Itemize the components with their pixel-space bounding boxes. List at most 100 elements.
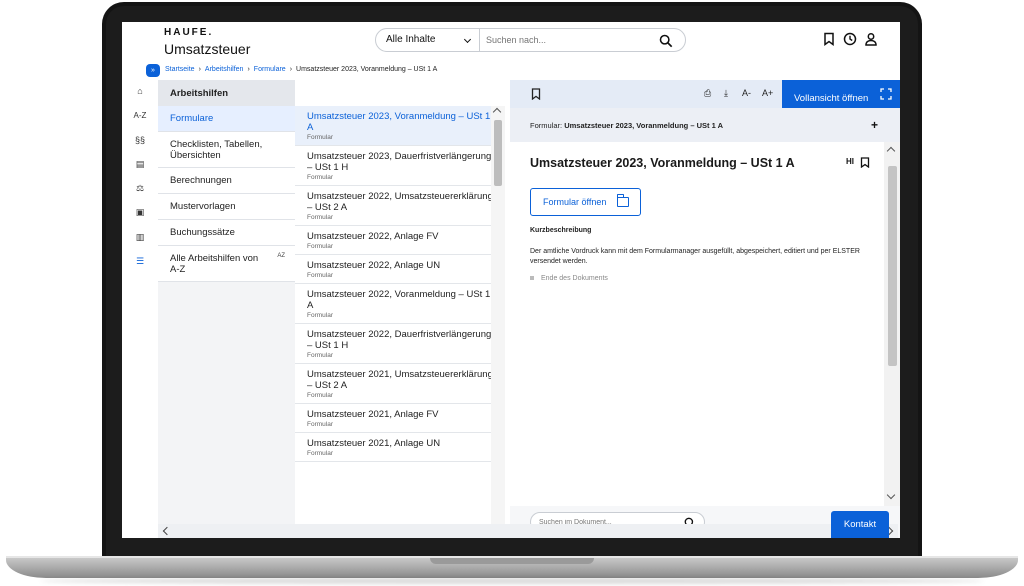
laptop-notch bbox=[430, 558, 594, 564]
horizontal-scrollbar[interactable] bbox=[158, 524, 898, 538]
search-icon[interactable] bbox=[659, 34, 673, 48]
breadcrumb: Startseite › Arbeitshilfen › Formulare ›… bbox=[165, 66, 437, 73]
list-item[interactable]: Umsatzsteuer 2022, Voranmeldung – USt 1 … bbox=[295, 284, 505, 324]
list-item[interactable]: Umsatzsteuer 2021, Anlage FV Formular bbox=[295, 404, 505, 433]
breadcrumb-current: Umsatzsteuer 2023, Voranmeldung – USt 1 … bbox=[296, 66, 438, 73]
font-larger-button[interactable]: A+ bbox=[762, 88, 778, 100]
list-item[interactable]: Umsatzsteuer 2021, Umsatzsteuererklärung… bbox=[295, 364, 505, 404]
sidebar-toggle-button[interactable]: » bbox=[146, 64, 160, 77]
detail-scrollbar[interactable] bbox=[884, 142, 900, 506]
document-title: Umsatzsteuer 2021, Anlage UN bbox=[307, 438, 441, 449]
document-type: Formular bbox=[307, 214, 334, 221]
scales-icon[interactable]: ⚖ bbox=[132, 183, 148, 197]
home-icon[interactable]: ⌂ bbox=[132, 86, 148, 100]
category-item-berechnungen[interactable]: Berechnungen bbox=[158, 168, 295, 194]
chevron-up-icon[interactable] bbox=[492, 107, 502, 117]
category-item-alle-a-z[interactable]: Alle Arbeitshilfen von A-Z AZ bbox=[158, 246, 295, 282]
video-icon[interactable]: ▣ bbox=[132, 207, 148, 221]
document-title: Umsatzsteuer 2021, Umsatzsteuererklärung… bbox=[307, 369, 493, 391]
document-type: Formular bbox=[307, 174, 334, 181]
list-item[interactable]: Umsatzsteuer 2021, Anlage UN Formular bbox=[295, 433, 505, 462]
chevron-down-icon[interactable] bbox=[886, 490, 896, 500]
search-input[interactable] bbox=[486, 31, 646, 49]
breadcrumb-separator: › bbox=[247, 66, 250, 73]
bookmark-icon[interactable] bbox=[860, 157, 870, 168]
breadcrumb-separator: › bbox=[289, 66, 293, 73]
contact-button[interactable]: Kontakt bbox=[831, 511, 889, 538]
category-label: Formulare bbox=[170, 113, 214, 124]
document-title: Umsatzsteuer 2021, Anlage FV bbox=[307, 409, 439, 420]
document-type: Formular bbox=[307, 312, 334, 319]
az-badge: AZ bbox=[277, 253, 285, 259]
description-text: Der amtliche Vordruck kann mit dem Formu… bbox=[530, 248, 860, 265]
chevron-left-icon[interactable] bbox=[162, 526, 172, 536]
category-item-formulare[interactable]: Formulare bbox=[158, 106, 295, 132]
detail-body: Umsatzsteuer 2023, Voranmeldung – USt 1 … bbox=[510, 142, 884, 506]
app-title: Umsatzsteuer bbox=[164, 41, 251, 57]
download-icon[interactable]: ⤓ bbox=[724, 88, 736, 100]
document-heading: Umsatzsteuer 2023, Voranmeldung – USt 1 … bbox=[530, 156, 795, 170]
app-screen: HAUFE. Umsatzsteuer Alle Inhalte » Start… bbox=[122, 22, 900, 538]
breadcrumb-bar: » Startseite › Arbeitshilfen › Formulare… bbox=[122, 62, 900, 80]
list-item[interactable]: Umsatzsteuer 2023, Dauerfristverlängerun… bbox=[295, 146, 505, 186]
category-label: Berechnungen bbox=[170, 175, 232, 186]
category-heading: Arbeitshilfen bbox=[158, 80, 295, 106]
category-item-checklisten[interactable]: Checklisten, Tabellen, Übersichten bbox=[158, 132, 295, 168]
detail-scrollbar-thumb[interactable] bbox=[888, 166, 897, 366]
bookmark-icon[interactable] bbox=[822, 32, 836, 46]
list-item[interactable]: Umsatzsteuer 2022, Anlage FV Formular bbox=[295, 226, 505, 255]
document-type: Formular bbox=[307, 392, 334, 399]
list-item[interactable]: Umsatzsteuer 2022, Umsatzsteuererklärung… bbox=[295, 186, 505, 226]
document-icon[interactable]: ▤ bbox=[132, 159, 148, 173]
a-z-icon[interactable]: A-Z bbox=[132, 111, 148, 125]
end-of-document: Ende des Dokuments bbox=[530, 275, 608, 282]
document-title: Umsatzsteuer 2023, Dauerfristverlängerun… bbox=[307, 151, 492, 173]
document-title: Umsatzsteuer 2022, Anlage UN bbox=[307, 260, 441, 271]
clock-icon[interactable] bbox=[843, 32, 857, 46]
books-icon[interactable]: ▥ bbox=[132, 232, 148, 246]
breadcrumb-link-arbeitshilfen[interactable]: Arbeitshilfen bbox=[205, 66, 244, 73]
category-item-buchungssaetze[interactable]: Buchungssätze bbox=[158, 220, 295, 246]
print-icon[interactable]: ⎙ bbox=[704, 88, 716, 100]
user-icon[interactable] bbox=[864, 32, 878, 46]
open-form-label: Formular öffnen bbox=[543, 197, 607, 207]
full-view-button[interactable]: Vollansicht öffnen bbox=[782, 80, 900, 108]
list-item[interactable]: Umsatzsteuer 2023, Voranmeldung – USt 1 … bbox=[295, 106, 505, 146]
global-search: Alle Inhalte bbox=[375, 28, 686, 52]
document-list: Umsatzsteuer 2023, Voranmeldung – USt 1 … bbox=[295, 80, 505, 538]
document-type: Formular bbox=[307, 272, 334, 279]
sub-label: Formular: bbox=[530, 121, 563, 130]
list-item[interactable]: Umsatzsteuer 2022, Dauerfristverlängerun… bbox=[295, 324, 505, 364]
open-form-button[interactable]: Formular öffnen bbox=[530, 188, 641, 216]
bookmark-icon[interactable] bbox=[530, 88, 542, 100]
category-label: Checklisten, Tabellen, Übersichten bbox=[170, 138, 263, 161]
document-type: Formular bbox=[307, 134, 334, 141]
category-label: Mustervorlagen bbox=[170, 201, 236, 212]
hi-badge[interactable]: HI bbox=[846, 157, 854, 166]
font-smaller-button[interactable]: A- bbox=[742, 88, 758, 100]
document-type: Formular bbox=[307, 243, 334, 250]
list-scrollbar[interactable] bbox=[491, 106, 505, 538]
list-scrollbar-thumb[interactable] bbox=[494, 120, 502, 186]
document-type: Formular bbox=[307, 450, 334, 457]
list-item[interactable]: Umsatzsteuer 2022, Anlage UN Formular bbox=[295, 255, 505, 284]
document-detail: ⎙ ⤓ A- A+ Vollansicht öffnen Formular: U… bbox=[510, 80, 900, 538]
sub-title: Umsatzsteuer 2023, Voranmeldung – USt 1 … bbox=[564, 121, 723, 130]
expand-icon bbox=[880, 88, 892, 100]
category-item-mustervorlagen[interactable]: Mustervorlagen bbox=[158, 194, 295, 220]
paragraph-icon[interactable]: §§ bbox=[132, 135, 148, 149]
search-scope-select[interactable]: Alle Inhalte bbox=[376, 29, 480, 51]
haufe-logo[interactable]: HAUFE. bbox=[164, 27, 213, 38]
list-icon[interactable]: ☰ bbox=[132, 256, 148, 270]
search-scope-value: Alle Inhalte bbox=[386, 34, 436, 45]
breadcrumb-separator: › bbox=[198, 66, 201, 73]
icon-rail: ⌂ A-Z §§ ▤ ⚖ ▣ ▥ ☰ bbox=[122, 80, 158, 538]
chevron-down-icon bbox=[463, 35, 472, 44]
chevron-up-icon[interactable] bbox=[886, 146, 896, 156]
breadcrumb-link-formulare[interactable]: Formulare bbox=[254, 66, 286, 73]
plus-icon[interactable]: + bbox=[871, 118, 878, 132]
folder-icon bbox=[617, 194, 629, 207]
breadcrumb-link-startseite[interactable]: Startseite bbox=[165, 66, 195, 73]
full-view-label: Vollansicht öffnen bbox=[794, 93, 869, 104]
section-heading: Kurzbeschreibung bbox=[530, 227, 592, 234]
